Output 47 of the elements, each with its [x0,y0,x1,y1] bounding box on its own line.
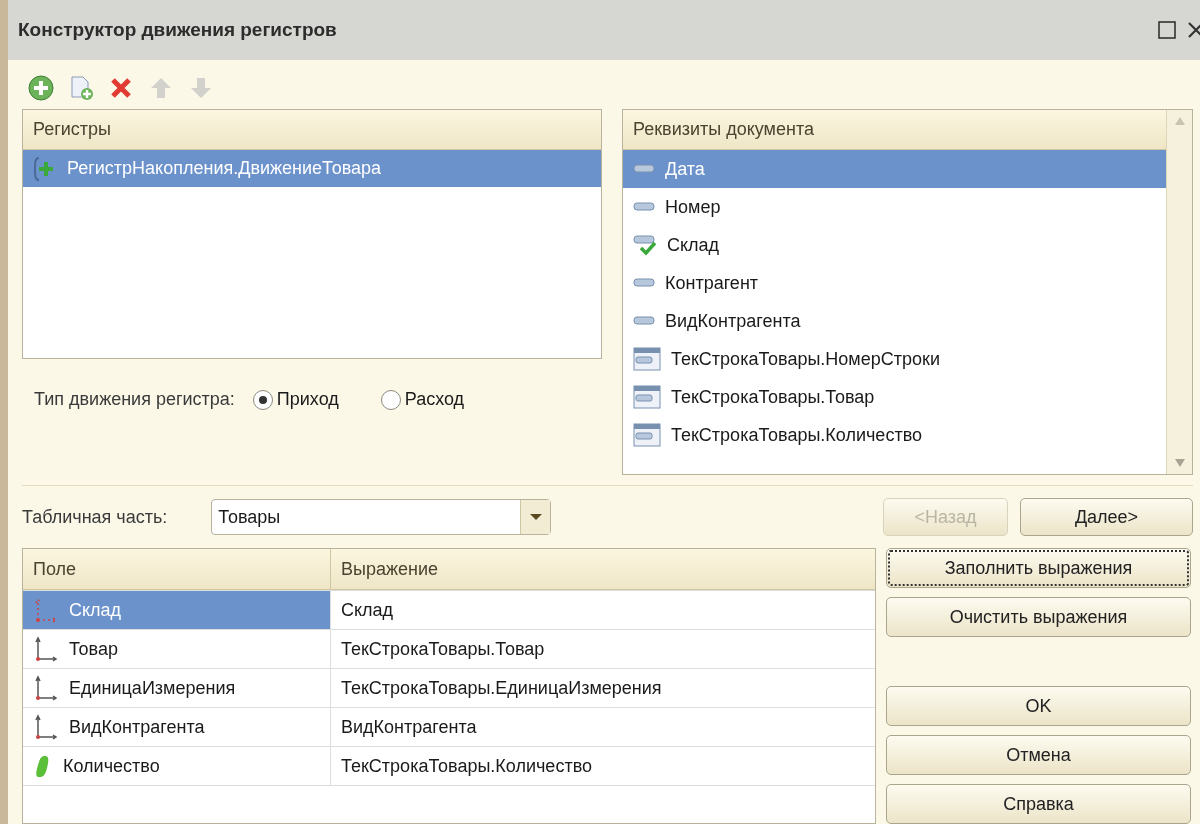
scrollbar[interactable] [1166,110,1192,475]
column-header: Реквизиты документа [623,110,1166,151]
column-header: Регистры [23,110,601,151]
table-part-dropdown[interactable]: Товары [211,499,552,535]
attribute-check-icon [633,234,657,257]
attribute-item[interactable]: Склад [623,226,1166,265]
radio-option[interactable]: Расход [380,389,465,411]
radio-option[interactable]: Приход [252,389,339,411]
dialog-button[interactable]: Справка [886,784,1191,824]
attribute-icon [633,316,655,327]
action-button[interactable]: Очистить выражения [886,597,1191,637]
column-header: Выражение [331,549,875,590]
attribute-item[interactable]: Контрагент [623,264,1166,303]
arrow-down-icon [189,75,213,100]
scroll-up-icon[interactable] [1173,116,1186,127]
delete-icon [109,75,133,100]
attribute-item[interactable]: Номер [623,188,1166,227]
table-attribute-icon [633,423,661,448]
table-part-label: Табличная часть: [22,506,168,528]
maximize-icon[interactable] [1158,21,1176,39]
attribute-item[interactable]: ВидКонтрагента [623,302,1166,341]
copy-button[interactable] [68,74,94,101]
add-button[interactable] [28,74,54,101]
dimension-icon [33,674,59,702]
dropdown-caret-icon [528,513,543,521]
next-button[interactable]: Далее> [1020,498,1193,536]
table-attribute-icon [633,385,661,410]
movement-type-label: Тип движения регистра: [34,389,235,411]
arrow-up-icon [149,75,173,100]
dialog-button[interactable]: OK [886,686,1191,726]
copy-icon [68,74,94,101]
action-button[interactable]: Заполнить выражения [886,548,1191,588]
close-icon[interactable] [1188,21,1200,39]
attribute-item[interactable]: ТекСтрокаТовары.Количество [623,416,1166,455]
attribute-item[interactable]: ТекСтрокаТовары.НомерСтроки [623,340,1166,379]
scroll-down-icon[interactable] [1173,458,1186,469]
attribute-icon [633,202,655,213]
window-title: Конструктор движения регистров [18,19,337,41]
attribute-item[interactable]: ТекСтрокаТовары.Товар [623,378,1166,417]
column-header: Поле [23,549,331,590]
dimension-icon [33,713,59,741]
dialog-button[interactable]: Отмена [886,735,1191,775]
add-icon [28,74,54,101]
table-attribute-icon [633,347,661,372]
attribute-icon [633,278,655,289]
dimension-icon [33,635,59,663]
attribute-icon [633,164,655,175]
